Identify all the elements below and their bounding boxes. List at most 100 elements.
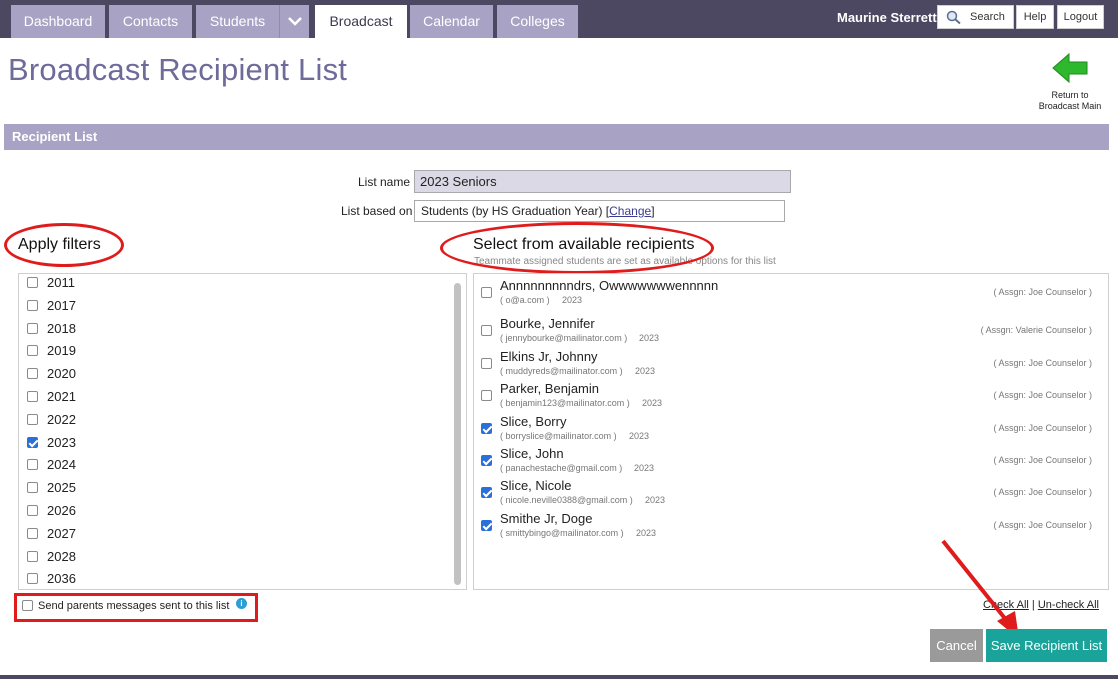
filter-year-label: 2024 (47, 457, 76, 473)
tab-broadcast[interactable]: Broadcast (315, 5, 407, 39)
recipient-name: Elkins Jr, Johnny (500, 348, 598, 364)
recipient-email: ( borryslice@mailinator.com ) (500, 430, 617, 441)
send-parents-checkbox[interactable] (22, 600, 33, 611)
chevron-down-icon (288, 17, 302, 26)
recipient-row[interactable]: Annnnnnnnndrs, Owwwwwwwennnnn ( o@a.com )… (474, 278, 1108, 310)
recipient-email: ( muddyreds@mailinator.com ) (500, 365, 623, 376)
recipient-email: ( panachestache@gmail.com ) (500, 463, 623, 473)
list-name-input[interactable]: 2023 Seniors (414, 170, 791, 193)
recipient-email: ( jennybourke@mailinator.com ) (500, 333, 628, 344)
save-recipient-list-button[interactable]: Save Recipient List (986, 629, 1107, 662)
recipient-row[interactable]: Slice, Nicole( nicole.neville0388@gmail.… (474, 478, 1108, 510)
students-dropdown-button[interactable] (279, 5, 309, 38)
recipient-row[interactable]: Parker, Benjamin( benjamin123@mailinator… (474, 381, 1108, 413)
recipient-email: ( benjamin123@mailinator.com ) (500, 398, 630, 409)
info-icon[interactable]: i (236, 598, 247, 609)
recipient-row[interactable]: Slice, John ( panachestache@gmail.com ) 20… (474, 446, 1108, 478)
filter-year-checkbox[interactable] (27, 459, 38, 471)
uncheck-all-link[interactable]: Un-check All (1038, 599, 1099, 611)
recipient-email: ( o@a.com ) (500, 295, 550, 305)
recipients-note: Teammate assigned students are set as av… (474, 256, 776, 267)
filter-year-label: 2020 (47, 366, 76, 382)
filter-year-label: 2019 (47, 343, 76, 359)
recipient-checkbox[interactable] (481, 455, 492, 466)
recipient-assignment: ( Assgn: Joe Counselor ) (993, 422, 1092, 433)
recipient-checkbox[interactable] (481, 357, 492, 369)
filter-year-checkbox[interactable] (27, 322, 38, 334)
recipient-name: Slice, Nicole (500, 478, 572, 494)
recipient-year: 2023 (639, 333, 660, 344)
recipient-name: Annnnnnnnndrs, Owwwwwwwennnnn (500, 278, 719, 293)
filter-year-list: 2011 2017 2018 2019 2020 2021 2022 2023 2024 2025… (18, 273, 467, 590)
help-button[interactable]: Help (1016, 5, 1054, 29)
select-recipients-heading: Select from available recipients (473, 236, 695, 253)
tab-colleges[interactable]: Colleges (497, 5, 578, 38)
filter-year-label: 2018 (47, 320, 76, 336)
filter-year-label: 2025 (47, 480, 76, 496)
recipient-email: ( nicole.neville0388@gmail.com ) (500, 495, 633, 506)
filter-year-checkbox[interactable] (27, 345, 38, 357)
filter-year-checkbox[interactable] (27, 277, 38, 288)
recipient-assignment: ( Assgn: Joe Counselor ) (993, 357, 1092, 368)
recipient-year: 2023 (629, 430, 650, 441)
filter-year-checkbox[interactable] (27, 368, 38, 380)
search-button[interactable]: Search (937, 5, 1014, 29)
based-on-value: Students (by HS Graduation Year) (421, 204, 603, 218)
recipient-year: 2023 (636, 527, 657, 538)
back-arrow-icon (1052, 52, 1088, 84)
filter-year-checkbox[interactable] (27, 413, 38, 425)
apply-filters-heading: Apply filters (18, 236, 101, 253)
tab-dashboard[interactable]: Dashboard (11, 5, 105, 38)
cancel-button[interactable]: Cancel (930, 629, 983, 662)
filter-year-checkbox[interactable] (27, 436, 38, 448)
send-parents-label: Send parents messages sent to this list (38, 600, 230, 612)
filter-year-label: 2028 (47, 548, 76, 564)
filter-year-checkbox[interactable] (27, 527, 38, 539)
tab-students[interactable]: Students (196, 5, 279, 38)
recipient-checkbox[interactable] (481, 519, 492, 531)
list-name-label: List name (358, 175, 411, 189)
recipient-name: Parker, Benjamin (500, 381, 599, 397)
filter-scrollbar[interactable] (454, 283, 461, 585)
filter-year-label: 2027 (47, 525, 76, 541)
recipient-assignment: ( Assgn: Valerie Counselor ) (980, 325, 1092, 336)
tab-contacts[interactable]: Contacts (109, 5, 192, 38)
change-link[interactable]: Change (609, 204, 651, 218)
recipient-year: 2023 (634, 463, 655, 473)
recipient-assignment: ( Assgn: Joe Counselor ) (993, 390, 1092, 401)
recipient-row[interactable]: Slice, Borry( borryslice@mailinator.com … (474, 414, 1108, 446)
filter-year-label: 2022 (47, 411, 76, 427)
recipient-assignment: ( Assgn: Joe Counselor ) (993, 287, 1092, 297)
filter-year-checkbox[interactable] (27, 391, 38, 402)
tab-calendar[interactable]: Calendar (410, 5, 493, 38)
recipient-checkbox[interactable] (481, 390, 492, 402)
filter-year-checkbox[interactable] (27, 573, 38, 585)
page-title: Broadcast Recipient List (8, 52, 348, 87)
return-to-broadcast-main-link[interactable]: Return to Broadcast Main (1030, 52, 1110, 111)
filter-year-checkbox[interactable] (27, 505, 38, 516)
recipient-checkbox[interactable] (481, 487, 492, 499)
filter-year-label: 2017 (47, 297, 76, 313)
recipient-year: 2023 (645, 495, 666, 506)
recipient-checkbox[interactable] (481, 287, 492, 298)
filter-year-label: 2023 (47, 434, 76, 450)
recipient-checkbox[interactable] (481, 422, 492, 434)
search-icon (946, 10, 961, 25)
based-on-label: List based on (341, 204, 413, 218)
logout-button[interactable]: Logout (1057, 5, 1104, 29)
filter-year-label: 2021 (47, 389, 76, 404)
return-label-line1: Return to (1051, 90, 1089, 100)
recipient-year: 2023 (635, 365, 656, 376)
recipient-year: 2023 (642, 398, 663, 409)
recipient-checkbox[interactable] (481, 325, 492, 337)
recipient-row[interactable]: Bourke, Jennifer( jennybourke@mailinator… (474, 316, 1108, 348)
recipient-name: Smithe Jr, Doge (500, 510, 593, 526)
recipient-row[interactable]: Elkins Jr, Johnny( muddyreds@mailinator.… (474, 349, 1108, 381)
user-name[interactable]: Maurine Sterrett (837, 10, 937, 25)
section-header: Recipient List (4, 124, 1109, 150)
return-label-line2: Broadcast Main (1038, 101, 1102, 111)
filter-year-checkbox[interactable] (27, 482, 38, 494)
filter-year-checkbox[interactable] (27, 299, 38, 311)
filter-year-checkbox[interactable] (27, 550, 38, 562)
footer-bar (0, 675, 1118, 679)
